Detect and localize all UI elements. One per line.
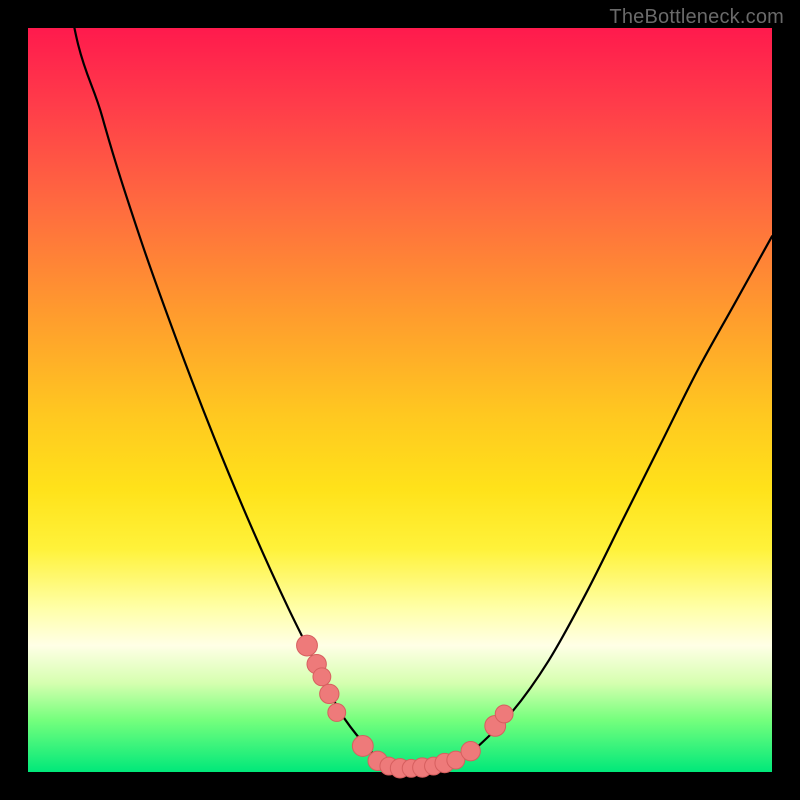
- data-marker: [328, 704, 346, 722]
- data-markers: [297, 635, 514, 778]
- data-marker: [461, 742, 480, 761]
- data-marker: [313, 668, 331, 686]
- data-marker: [297, 635, 318, 656]
- data-marker: [352, 736, 373, 757]
- data-marker: [320, 684, 339, 703]
- chart-svg: [28, 28, 772, 772]
- chart-frame: TheBottleneck.com: [0, 0, 800, 800]
- bottleneck-curve: [28, 0, 772, 769]
- chart-plot-area: [28, 28, 772, 772]
- watermark-text: TheBottleneck.com: [609, 6, 784, 29]
- data-marker: [495, 705, 513, 723]
